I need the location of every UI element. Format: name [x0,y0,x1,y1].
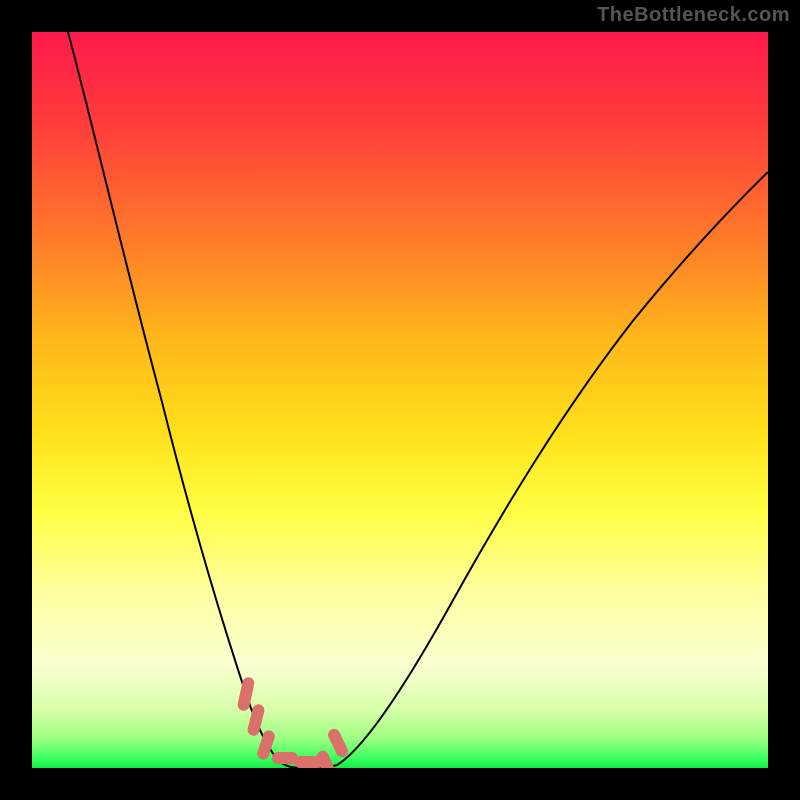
optimal-zone-markers [237,676,350,768]
chart-plot-area [32,32,768,768]
bottleneck-curve-path [68,32,768,768]
watermark-text: TheBottleneck.com [597,4,790,27]
bottleneck-curve-svg [32,32,768,768]
